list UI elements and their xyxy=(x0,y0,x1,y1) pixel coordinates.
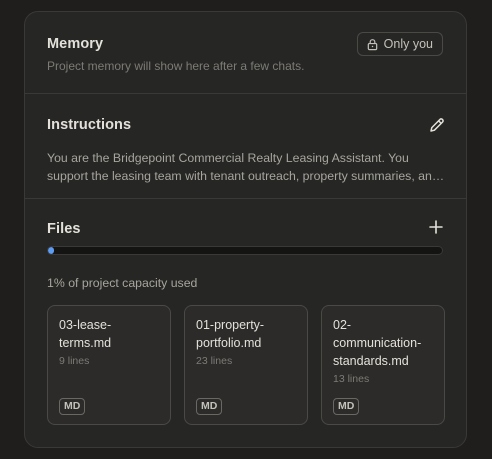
capacity-progress-fill xyxy=(48,247,54,254)
project-panel: Memory Only you Project memory will show… xyxy=(24,11,467,448)
file-type-badge: MD xyxy=(333,398,360,415)
lock-icon xyxy=(366,38,379,51)
file-card[interactable]: 03-lease-terms.md 9 lines MD xyxy=(47,305,171,425)
file-name-text: 03-lease-terms.md xyxy=(59,318,112,350)
memory-title: Memory xyxy=(47,36,104,52)
pencil-icon[interactable] xyxy=(428,116,446,134)
file-cards: 03-lease-terms.md 9 lines MD 01-property-… xyxy=(47,305,445,425)
file-name: 01-property-portfolio.md 23 lines xyxy=(196,316,300,368)
file-type-badge: MD xyxy=(59,398,86,415)
instructions-title: Instructions xyxy=(47,117,132,133)
file-line-count: 23 lines xyxy=(196,355,233,367)
instructions-section: Instructions You are the Bridgepoint Com… xyxy=(25,93,466,198)
file-type-badge: MD xyxy=(196,398,223,415)
visibility-label: Only you xyxy=(383,37,433,51)
file-name: 03-lease-terms.md 9 lines xyxy=(59,316,163,368)
file-line-count: 13 lines xyxy=(333,373,370,385)
capacity-progress-bar xyxy=(47,246,443,255)
file-name-text: 01-property-portfolio.md xyxy=(196,318,265,350)
files-title: Files xyxy=(47,221,81,237)
memory-subtitle: Project memory will show here after a fe… xyxy=(47,59,305,73)
file-line-count: 9 lines xyxy=(59,355,90,367)
plus-icon[interactable] xyxy=(428,219,444,235)
files-section: Files 1% of project capacity used 03-lea… xyxy=(25,198,466,447)
file-card[interactable]: 02-communication-standards.md 13 lines MD xyxy=(321,305,445,425)
memory-section: Memory Only you Project memory will show… xyxy=(25,12,466,93)
visibility-badge[interactable]: Only you xyxy=(356,32,443,56)
file-name: 02-communication-standards.md 13 lines xyxy=(333,316,437,386)
capacity-label: 1% of project capacity used xyxy=(47,276,198,290)
file-name-text: 02-communication-standards.md xyxy=(333,318,422,368)
instructions-text: You are the Bridgepoint Commercial Realt… xyxy=(47,151,439,183)
file-card[interactable]: 01-property-portfolio.md 23 lines MD xyxy=(184,305,308,425)
